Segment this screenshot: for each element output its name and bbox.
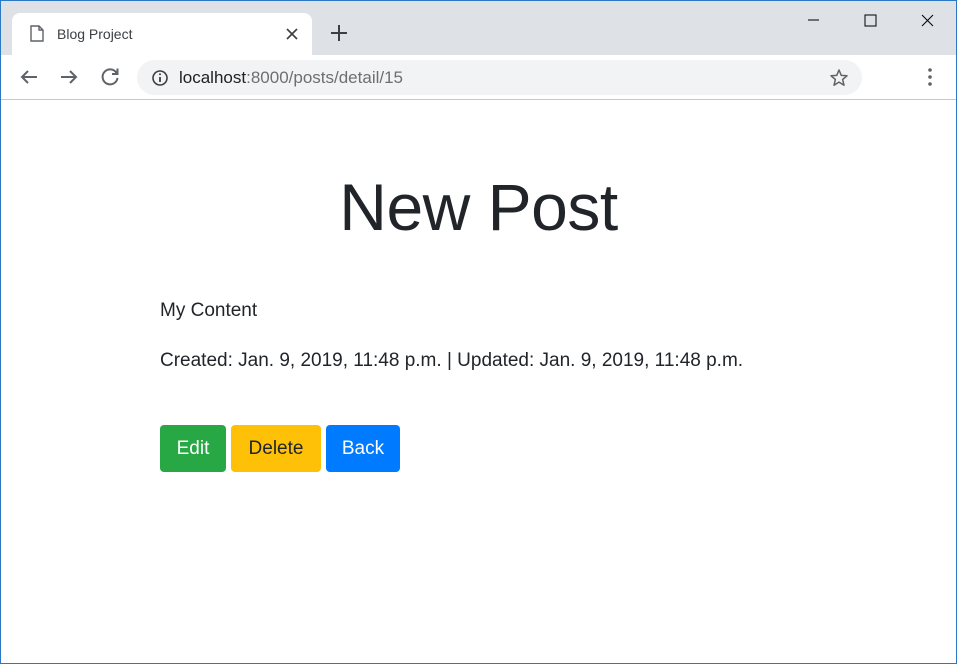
forward-arrow-icon[interactable] xyxy=(57,65,81,89)
url-host: localhost xyxy=(179,68,247,87)
menu-icon[interactable] xyxy=(918,65,942,89)
maximize-icon[interactable] xyxy=(842,1,899,41)
post-content: My Content xyxy=(160,300,258,321)
browser-toolbar: localhost:8000/posts/detail/15 xyxy=(1,55,956,100)
edit-button[interactable]: Edit xyxy=(160,425,226,472)
tab-close-icon[interactable] xyxy=(282,24,302,44)
back-button[interactable]: Back xyxy=(326,425,400,472)
back-arrow-icon[interactable] xyxy=(17,65,41,89)
minimize-icon[interactable] xyxy=(785,1,842,41)
page-icon xyxy=(30,25,44,42)
browser-window: Blog Project localhost:8000/posts/detail… xyxy=(0,0,957,664)
new-tab-icon[interactable] xyxy=(327,21,351,45)
address-bar[interactable]: localhost:8000/posts/detail/15 xyxy=(137,60,862,95)
delete-button[interactable]: Delete xyxy=(231,425,321,472)
url-path: :8000/posts/detail/15 xyxy=(246,68,404,87)
browser-tab[interactable]: Blog Project xyxy=(12,13,312,55)
tab-strip: Blog Project xyxy=(1,1,956,55)
tab-title: Blog Project xyxy=(57,26,133,42)
reload-icon[interactable] xyxy=(98,65,122,89)
url-text[interactable]: localhost:8000/posts/detail/15 xyxy=(179,68,403,88)
page-content: New Post My Content Created: Jan. 9, 201… xyxy=(1,101,956,663)
info-icon[interactable] xyxy=(151,69,169,87)
post-timestamps: Created: Jan. 9, 2019, 11:48 p.m. | Upda… xyxy=(160,350,744,371)
page-title: New Post xyxy=(339,170,618,244)
close-icon[interactable] xyxy=(899,1,956,41)
bookmark-star-icon[interactable] xyxy=(829,68,849,88)
